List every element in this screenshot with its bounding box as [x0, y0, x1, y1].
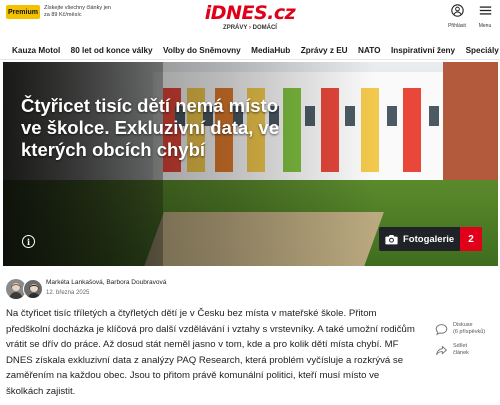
- author-names[interactable]: Markéta Lankašová, Barbora Doubravová: [46, 279, 166, 286]
- photo-gallery-button[interactable]: Fotogalerie 2: [379, 227, 482, 251]
- premium-button[interactable]: Premium: [6, 5, 40, 19]
- comment-icon: [434, 322, 448, 336]
- breadcrumb-separator: ›: [248, 25, 251, 31]
- nav-item-inspirativni-zeny[interactable]: Inspirativní ženy: [391, 41, 455, 59]
- login-label: Přihlásit: [448, 23, 466, 29]
- share-sub: článek: [453, 350, 469, 356]
- nav-item-mediahub[interactable]: MediaHub: [251, 41, 290, 59]
- section-breadcrumb: ZPRÁVY › DOMÁCÍ: [200, 25, 300, 31]
- logo-tld: .cz: [267, 2, 296, 24]
- camera-icon: [379, 234, 403, 245]
- share-icon: [434, 343, 448, 357]
- login-button[interactable]: Přihlásit: [446, 4, 468, 29]
- nav-item-zpravy-eu[interactable]: Zprávy z EU: [301, 41, 348, 59]
- hero-image[interactable]: Čtyřicet tisíc dětí nemá místo ve školce…: [3, 62, 498, 266]
- premium-promo-text[interactable]: Získejte všechny články jen za 89 Kč/měs…: [44, 5, 114, 19]
- menu-label: Menu: [478, 23, 492, 29]
- share-label: Sdílet: [453, 343, 468, 349]
- author-avatar[interactable]: [23, 279, 43, 299]
- logo-text: iDNES: [204, 2, 268, 24]
- article-lead: Na čtyřicet tisíc tříletých a čtyřletých…: [6, 308, 415, 397]
- gallery-label: Fotogalerie: [403, 233, 455, 245]
- site-logo[interactable]: iDNES.cz: [200, 2, 300, 24]
- nav-item-kauza-motol[interactable]: Kauza Motol: [12, 41, 60, 59]
- menu-button[interactable]: Menu: [474, 4, 496, 29]
- main-nav: Kauza Motol 80 let od konce války Volby …: [0, 40, 500, 60]
- site-header: Premium Získejte všechny články jen za 8…: [0, 0, 500, 40]
- discussion-label: Diskuse: [453, 322, 473, 328]
- nav-item-volby[interactable]: Volby do Sněmovny: [163, 41, 241, 59]
- article-title: Čtyřicet tisíc dětí nemá místo ve školce…: [21, 95, 280, 160]
- share-link[interactable]: Sdílet článek: [434, 343, 496, 357]
- breadcrumb-zpravy[interactable]: ZPRÁVY: [223, 25, 247, 31]
- nav-item-nato[interactable]: NATO: [358, 41, 380, 59]
- nav-item-80-let[interactable]: 80 let od konce války: [71, 41, 153, 59]
- hamburger-icon: [479, 6, 491, 15]
- user-icon: [450, 4, 464, 17]
- discussion-count: (6 příspěvků): [453, 329, 486, 335]
- info-icon[interactable]: i: [22, 235, 35, 248]
- nav-item-specialy[interactable]: Speciály: [466, 41, 499, 59]
- publish-date: 12. března 2025: [46, 290, 90, 296]
- breadcrumb-domaci[interactable]: DOMÁCÍ: [253, 25, 277, 31]
- discussion-link[interactable]: Diskuse (6 příspěvků): [434, 322, 496, 336]
- gallery-count: 2: [460, 227, 482, 251]
